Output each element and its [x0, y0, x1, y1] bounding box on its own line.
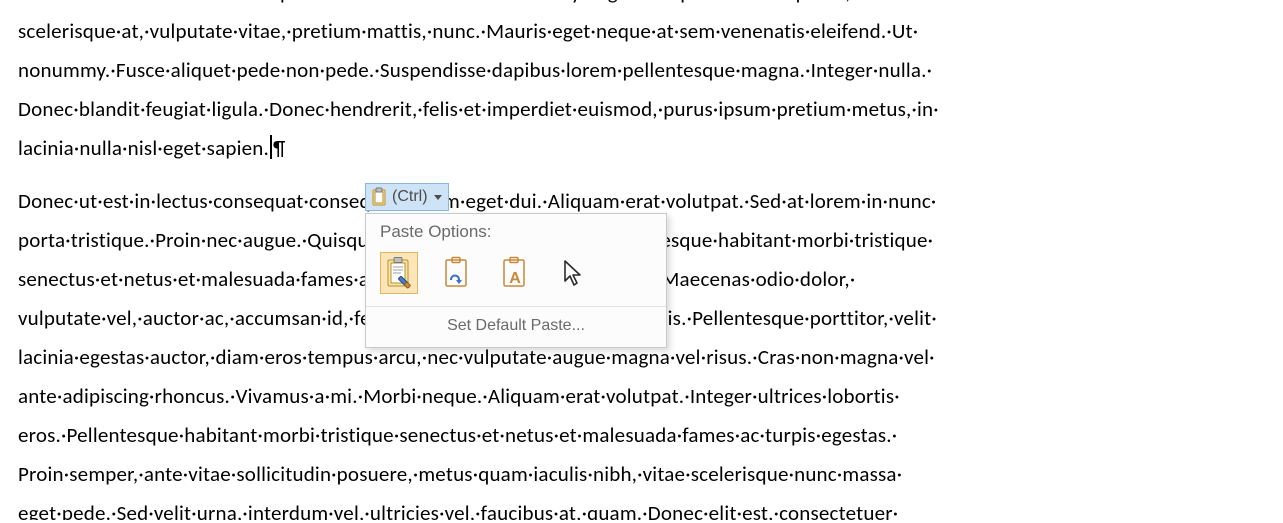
text-line: eros.·Pellentesque·habitant·morbi·tristi… [18, 422, 897, 448]
text-line: scelerisque·at,·vulputate·vitae,·pretium… [18, 18, 918, 44]
paragraph-1: scelerisque·at,·vulputate·vitae,·pretium… [18, 12, 1265, 168]
text-cursor [270, 135, 272, 159]
svg-text:A: A [509, 270, 521, 287]
paste-options-chip[interactable]: (Ctrl) [365, 183, 449, 211]
clipped-line-top: et·erat.·Aenean·nec·lorem.·In·porttitor.… [18, 0, 1265, 12]
clipboard-letter-a-icon: A [500, 256, 530, 290]
paste-keep-source-formatting-button[interactable] [380, 252, 418, 294]
paragraph-gap [18, 168, 1265, 182]
set-default-paste-menu-item[interactable]: Set Default Paste... [366, 307, 666, 347]
paste-merge-formatting-button[interactable] [438, 252, 476, 294]
cursor-pointer-icon [554, 252, 592, 294]
text-line: lacinia·nulla·nisl·eget·sapien. [18, 135, 269, 161]
pilcrow-mark: ¶ [273, 135, 286, 161]
text-line: eget·pede.·Sed·velit·urna,·interdum·vel,… [18, 500, 898, 520]
paste-options-chip-label: (Ctrl) [392, 188, 428, 206]
paste-keep-text-only-button[interactable]: A [496, 252, 534, 294]
paste-options-row: A [366, 248, 666, 306]
text-line: et·erat.·Aenean·nec·lorem.·In·porttitor.… [18, 0, 856, 12]
text-line: ante·adipiscing·rhoncus.·Vivamus·a·mi.·M… [18, 383, 900, 409]
text-line: Donec·ut·est·in·lectus·consequat·consequ… [18, 188, 936, 214]
clipped-line-bottom: eget·pede.·Sed·velit·urna,·interdum·vel,… [18, 494, 1265, 520]
paste-options-panel: Paste Options: [365, 213, 667, 348]
clipboard-arrow-icon [442, 256, 472, 290]
clipboard-brush-icon [384, 256, 414, 290]
clipboard-icon [370, 187, 388, 207]
text-line: nonummy.·Fusce·aliquet·pede·non·pede.·Su… [18, 57, 932, 83]
text-line: Proin·semper,·ante·vitae·sollicitudin·po… [18, 461, 902, 487]
text-line: Donec·blandit·feugiat·ligula.·Donec·hend… [18, 96, 939, 122]
paste-options-header: Paste Options: [366, 214, 666, 248]
chevron-down-icon [434, 195, 442, 200]
